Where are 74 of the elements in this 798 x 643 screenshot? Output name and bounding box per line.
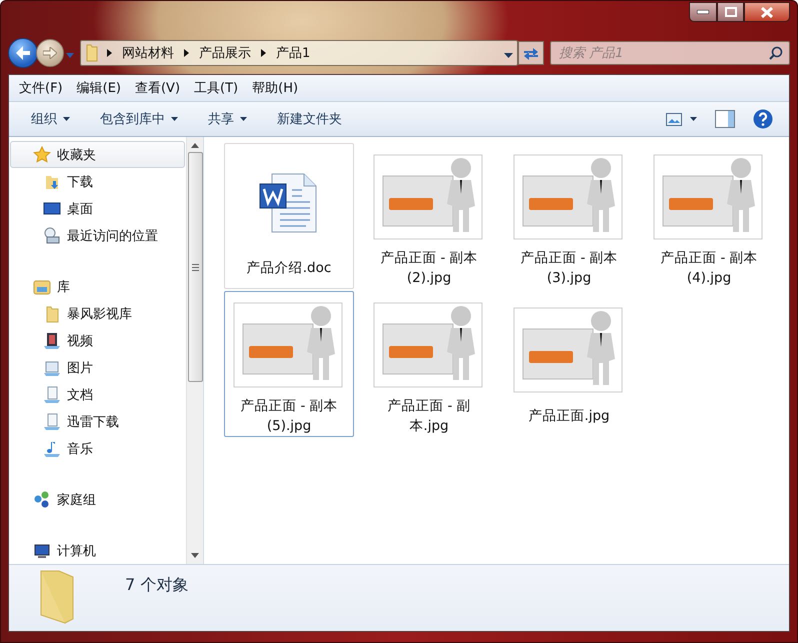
chevron-right-icon — [261, 49, 266, 57]
maximize-button[interactable] — [717, 2, 744, 22]
scroll-thumb[interactable] — [188, 152, 202, 382]
nav-item[interactable]: 文档 — [10, 381, 185, 408]
picture-icon — [666, 112, 682, 126]
video-icon — [43, 332, 61, 350]
nav-item[interactable]: 暴风影视库 — [10, 300, 185, 327]
file-item[interactable]: 产品正面 - 副本.jpg — [364, 291, 494, 437]
library-icon — [33, 278, 51, 296]
pane-icon — [715, 110, 735, 128]
scroll-up-icon — [191, 143, 199, 148]
grip-icon — [192, 264, 198, 270]
scroll-down-icon — [191, 553, 199, 558]
file-item[interactable]: 产品正面 - 副本 (4).jpg — [644, 143, 774, 289]
folder-icon — [85, 44, 99, 62]
file-item[interactable]: 产品介绍.doc — [224, 143, 354, 289]
search-icon — [769, 46, 783, 60]
file-item[interactable]: 产品正面.jpg — [504, 291, 634, 437]
back-button[interactable] — [8, 38, 38, 68]
address-bar[interactable]: 网站材料 产品展示 产品1 — [80, 40, 518, 66]
help-icon — [753, 109, 773, 129]
desktop-icon — [43, 200, 61, 218]
nav-item[interactable]: 图片 — [10, 354, 185, 381]
minimize-icon — [697, 10, 709, 14]
menu-item[interactable]: 查看(V) — [128, 77, 186, 99]
nav-item[interactable]: 库 — [10, 273, 185, 300]
nav-item[interactable]: 桌面 — [10, 195, 185, 222]
star-icon — [33, 146, 51, 164]
caret-icon — [690, 117, 697, 121]
close-button[interactable] — [744, 2, 790, 22]
toolbar-button[interactable]: 共享 — [196, 107, 259, 131]
caret-icon — [66, 52, 74, 58]
nav-item[interactable]: 下载 — [10, 168, 185, 195]
item-count: 7 个对象 — [125, 574, 188, 596]
close-icon — [761, 6, 773, 18]
nav-item[interactable]: 音乐 — [10, 435, 185, 462]
document-icon — [43, 412, 61, 430]
toolbar-button[interactable]: 包含到库中 — [88, 107, 190, 131]
file-item[interactable]: 产品正面 - 副本 (2).jpg — [364, 143, 494, 289]
breadcrumb[interactable]: 产品展示 — [197, 44, 253, 62]
caret-icon — [504, 52, 513, 58]
breadcrumb[interactable]: 产品1 — [274, 44, 312, 62]
homegroup-icon — [33, 490, 51, 508]
menu-item[interactable]: 帮助(H) — [246, 77, 304, 99]
refresh-icon — [523, 46, 539, 60]
toolbar-button[interactable]: 组织 — [19, 107, 82, 131]
file-item[interactable]: 产品正面 - 副本 (5).jpg — [224, 291, 354, 437]
breadcrumb[interactable]: 网站材料 — [120, 44, 176, 62]
right-arrow-icon — [43, 47, 57, 59]
nav-item[interactable]: 计算机 — [10, 537, 185, 564]
chevron-right-icon — [107, 49, 112, 57]
menu-item[interactable]: 编辑(E) — [70, 77, 127, 99]
recent-icon — [43, 226, 61, 244]
refresh-button[interactable] — [518, 41, 544, 65]
chevron-right-icon — [184, 49, 189, 57]
menu-item[interactable]: 文件(F) — [13, 77, 69, 99]
search-field[interactable]: 搜索 产品1 — [550, 41, 790, 65]
minimize-button[interactable] — [689, 2, 717, 22]
music-icon — [43, 440, 61, 458]
menu-item[interactable]: 工具(T) — [188, 77, 244, 99]
left-arrow-icon — [15, 46, 31, 60]
nav-item[interactable]: 家庭组 — [10, 486, 185, 513]
maximize-icon — [724, 7, 736, 17]
scrollbar[interactable] — [186, 137, 203, 564]
nav-item[interactable]: 最近访问的位置 — [10, 222, 185, 249]
nav-item[interactable]: 迅雷下载 — [10, 408, 185, 435]
nav-item[interactable]: 视频 — [10, 327, 185, 354]
forward-button[interactable] — [36, 39, 64, 67]
nav-item[interactable]: 收藏夹 — [10, 141, 185, 168]
document-icon — [43, 386, 61, 404]
toolbar-button[interactable]: 新建文件夹 — [265, 107, 354, 131]
file-item[interactable]: 产品正面 - 副本 (3).jpg — [504, 143, 634, 289]
picture-icon — [43, 358, 61, 376]
computer-icon — [33, 542, 51, 560]
